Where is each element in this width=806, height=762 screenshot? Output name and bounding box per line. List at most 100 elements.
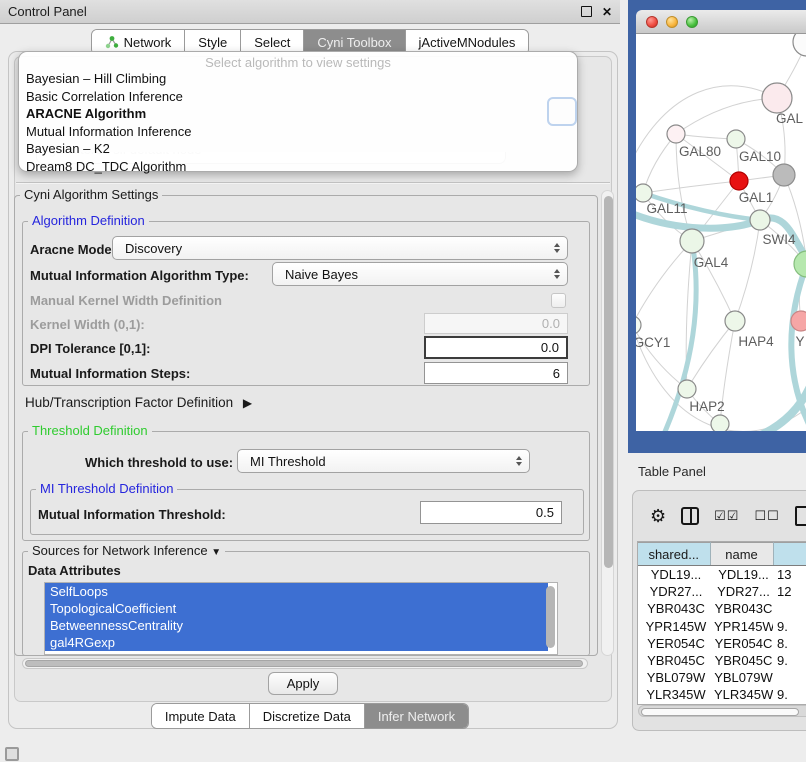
settings-scrollbar-thumb[interactable] — [604, 196, 613, 568]
float-window-icon[interactable] — [581, 6, 592, 17]
ghost-focused-combo — [547, 97, 577, 126]
list-item[interactable]: gal4RGexp — [45, 634, 548, 651]
deselect-all-checkboxes-icon[interactable]: ☐☐ — [754, 508, 779, 524]
network-node-label: HAP2 — [689, 399, 724, 414]
network-window-titlebar[interactable] — [636, 10, 806, 34]
hub-definition-toggle[interactable]: Hub/Transcription Factor Definition ▶ — [25, 395, 252, 410]
dropdown-item[interactable]: Mutual Information Inference — [19, 123, 577, 141]
list-scrollbar-thumb[interactable] — [546, 586, 555, 648]
data-attributes-label: Data Attributes — [28, 563, 121, 578]
network-canvas-svg: GALGAL80GAL10GAL1GAL11SWI4GAL4GCY1HAP4YH… — [636, 34, 806, 431]
expand-right-icon: ▶ — [243, 396, 252, 410]
close-window-icon[interactable]: ✕ — [602, 6, 612, 18]
network-node[interactable] — [727, 130, 745, 148]
network-node[interactable] — [711, 415, 729, 431]
table-horizontal-scrollbar[interactable] — [638, 705, 806, 717]
dropdown-item[interactable]: Dream8 DC_TDC Algorithm — [19, 158, 577, 176]
network-node[interactable] — [773, 164, 795, 186]
table-container: shared... name A YDL19...YDL19...13 YDR2… — [637, 541, 806, 705]
which-threshold-combobox[interactable]: MI Threshold — [237, 449, 530, 473]
table-row[interactable]: YBR043CYBR043C — [638, 600, 806, 617]
close-traffic-light-icon[interactable] — [646, 16, 658, 28]
data-attributes-list[interactable]: SelfLoops TopologicalCoefficient Between… — [44, 582, 558, 655]
which-threshold-value: MI Threshold — [250, 454, 326, 469]
table-header-row: shared... name A — [638, 543, 806, 566]
network-node[interactable] — [791, 311, 806, 331]
network-view-canvas[interactable]: GALGAL80GAL10GAL1GAL11SWI4GAL4GCY1HAP4YH… — [636, 34, 806, 431]
network-node-label: GAL80 — [679, 144, 721, 159]
cyni-bottom-tabbar: Impute Data Discretize Data Infer Networ… — [0, 703, 620, 729]
window-grip-icon[interactable] — [5, 747, 19, 761]
column-header[interactable]: shared... — [638, 543, 710, 566]
list-item[interactable]: TopologicalCoefficient — [45, 600, 548, 617]
select-all-checkboxes-icon[interactable]: ☑☑ — [714, 508, 739, 524]
tab-impute-data[interactable]: Impute Data — [152, 704, 249, 728]
column-header[interactable]: A — [773, 543, 806, 566]
mi-steps-input[interactable]: 6 — [424, 362, 568, 384]
dropdown-item[interactable]: Bayesian – Hill Climbing — [19, 70, 577, 88]
gear-icon[interactable]: ⚙ — [650, 507, 666, 525]
table-row[interactable]: YPR145WYPR145W9. — [638, 618, 806, 635]
list-item[interactable]: SelfLoops — [45, 583, 548, 600]
split-columns-icon[interactable] — [681, 507, 699, 525]
table-toolbar: ⚙ ☑☑ ☐☐ — [633, 499, 806, 533]
table-row[interactable]: YBL079WYBL079W — [638, 669, 806, 686]
table-row[interactable]: YER054CYER054C8. — [638, 635, 806, 652]
network-edge — [643, 181, 739, 193]
new-table-icon[interactable] — [795, 506, 806, 526]
hub-definition-label: Hub/Transcription Factor Definition — [25, 395, 233, 410]
network-node[interactable] — [678, 380, 696, 398]
table-row[interactable]: YBR045CYBR045C9. — [638, 652, 806, 669]
apply-button[interactable]: Apply — [268, 672, 338, 695]
manual-kernel-label: Manual Kernel Width Definition — [30, 293, 222, 308]
network-node[interactable] — [667, 125, 685, 143]
settings-hscrollbar-thumb[interactable] — [25, 660, 583, 667]
mi-steps-label: Mutual Information Steps: — [30, 366, 190, 381]
which-threshold-label: Which threshold to use: — [85, 455, 233, 470]
aracne-mode-value: Discovery — [125, 241, 182, 256]
sources-group-title[interactable]: Sources for Network Inference ▼ — [28, 544, 225, 560]
threshold-definition-title: Threshold Definition — [28, 424, 152, 438]
control-panel-titlebar[interactable]: Control Panel ✕ — [0, 0, 620, 24]
manual-kernel-checkbox[interactable] — [551, 293, 566, 308]
screen: Control Panel ✕ Network Style Sel — [0, 0, 806, 762]
dropdown-item[interactable]: Bayesian – K2 — [19, 140, 577, 158]
table-row[interactable]: YLR345WYLR345W9. — [638, 686, 806, 703]
network-node[interactable] — [680, 229, 704, 253]
network-node[interactable] — [636, 316, 641, 334]
network-edge — [735, 220, 760, 321]
settings-vertical-scrollbar[interactable] — [601, 190, 614, 656]
mi-type-combobox[interactable]: Naive Bayes — [272, 262, 568, 286]
algorithm-dropdown[interactable]: Select algorithm to view settings Bayesi… — [18, 51, 578, 172]
table-row[interactable]: YDL19...YDL19...13 — [638, 566, 806, 584]
dropdown-item-selected[interactable]: ARACNE Algorithm — [19, 105, 577, 123]
network-node[interactable] — [750, 210, 770, 230]
tab-style-label: Style — [198, 35, 227, 50]
column-header[interactable]: name — [710, 543, 773, 566]
mi-threshold-input[interactable]: 0.5 — [420, 501, 562, 524]
settings-horizontal-scrollbar[interactable] — [22, 658, 588, 669]
network-node[interactable] — [794, 251, 806, 277]
table-hscrollbar-thumb[interactable] — [641, 708, 799, 716]
list-item[interactable]: BetweennessCentrality — [45, 617, 548, 634]
apply-button-label: Apply — [287, 676, 320, 691]
aracne-mode-combobox[interactable]: Discovery — [112, 236, 568, 260]
table-row[interactable]: YDR27...YDR27...12 — [638, 583, 806, 600]
network-node[interactable] — [636, 184, 652, 202]
kernel-width-input[interactable]: 0.0 — [424, 313, 568, 334]
tab-infer-network-label: Infer Network — [378, 709, 455, 724]
network-node[interactable] — [730, 172, 748, 190]
node-attribute-table[interactable]: shared... name A YDL19...YDL19...13 YDR2… — [638, 542, 806, 705]
tab-discretize-data[interactable]: Discretize Data — [249, 704, 364, 728]
zoom-traffic-light-icon[interactable] — [686, 16, 698, 28]
dpi-tolerance-input[interactable]: 0.0 — [424, 336, 568, 359]
network-node[interactable] — [762, 83, 792, 113]
dropdown-item[interactable]: Basic Correlation Inference — [19, 88, 577, 106]
table-panel-title: Table Panel — [638, 464, 706, 479]
tab-infer-network[interactable]: Infer Network — [364, 704, 468, 728]
network-edge — [676, 98, 777, 134]
network-node[interactable] — [793, 34, 806, 56]
network-node-label: GAL11 — [646, 201, 687, 216]
network-node[interactable] — [725, 311, 745, 331]
minimize-traffic-light-icon[interactable] — [666, 16, 678, 28]
